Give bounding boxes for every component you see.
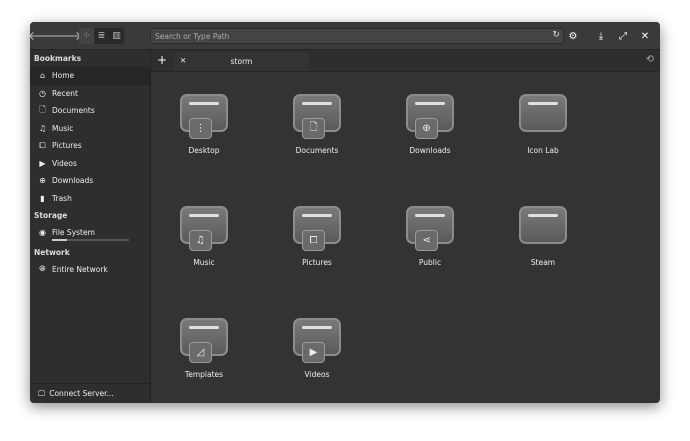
folder-icon: ◿ — [180, 318, 228, 363]
list-view-icon[interactable]: ≣ — [94, 28, 109, 44]
connect-server-button[interactable]: 🖵 Connect Server... — [30, 383, 150, 403]
folder-videos[interactable]: ▶ Videos — [272, 318, 362, 379]
trash-icon: ▮ — [40, 193, 45, 203]
connect-server-label: Connect Server... — [49, 389, 114, 398]
globe-icon: 🌐︎ — [39, 264, 46, 274]
folder-icon: ⧠ — [293, 206, 341, 251]
sidebar-item-label: Trash — [52, 193, 72, 203]
folder-emblem-icon: ⋮ — [189, 118, 212, 139]
folder-icon — [519, 94, 567, 132]
folder-grid: ⋮ Desktop 🗋 Documents ⊕ Downloads Icon Lab ♫ Mus… — [151, 72, 660, 403]
view-switcher: ⁘ ≣ ▥ — [79, 27, 124, 44]
folder-label: Icon Lab — [527, 146, 559, 155]
sidebar-item-videos[interactable]: ▶ Videos — [30, 155, 150, 173]
sidebar-item-music[interactable]: ♫ Music — [30, 120, 150, 138]
header-bar: 🡐 🡒 ⁘ ≣ ▥ Search or Type Path ↻ ⚙ ⤓ ⤢ ✕ — [30, 22, 660, 50]
pictures-icon: ⧠ — [39, 140, 46, 150]
folder-icon: ⋖ — [406, 206, 454, 251]
play-icon: ▶ — [39, 158, 46, 168]
folder-templates[interactable]: ◿ Templates — [159, 318, 249, 379]
sidebar: Bookmarks ⌂ Home ◷ Recent 🗋 Documents ♫ Music ⧠ P… — [30, 50, 151, 403]
sidebar-item-label: Music — [52, 123, 74, 133]
tab-storm[interactable]: ✕ storm — [174, 52, 309, 71]
folder-pictures[interactable]: ⧠ Pictures — [272, 206, 362, 267]
folder-emblem-icon: ⧠ — [302, 230, 325, 251]
folder-desktop[interactable]: ⋮ Desktop — [159, 94, 249, 155]
folder-icon: 🗋 — [293, 94, 341, 139]
folder-emblem-icon: 🗋 — [302, 118, 325, 139]
sidebar-item-label: Downloads — [52, 176, 94, 186]
tab-bar: + ✕ storm ⟲ — [151, 50, 660, 72]
gear-icon[interactable]: ⚙ — [564, 27, 582, 45]
sidebar-item-downloads[interactable]: ⊕ Downloads — [30, 172, 150, 190]
folder-documents[interactable]: 🗋 Documents — [272, 94, 362, 155]
folder-emblem-icon: ♫ — [189, 230, 212, 251]
folder-label: Documents — [295, 146, 339, 155]
document-icon: 🗋 — [39, 104, 46, 114]
folder-music[interactable]: ♫ Music — [159, 206, 249, 267]
folder-steam[interactable]: Steam — [498, 206, 588, 267]
sidebar-item-home[interactable]: ⌂ Home — [30, 67, 150, 85]
sidebar-item-label: Pictures — [52, 141, 82, 151]
new-tab-button[interactable]: + — [157, 53, 167, 67]
storage-heading: Storage — [34, 211, 68, 220]
folder-emblem-icon: ▶ — [302, 342, 325, 363]
folder-label: Videos — [304, 370, 330, 379]
history-icon: ◷ — [39, 88, 46, 98]
grid-view-icon[interactable]: ⁘ — [79, 27, 94, 44]
folder-label: Pictures — [302, 258, 332, 267]
bookmarks-heading: Bookmarks — [34, 54, 82, 63]
column-view-icon[interactable]: ▥ — [109, 28, 124, 44]
folder-label: Downloads — [409, 146, 451, 155]
sidebar-item-label: Entire Network — [52, 264, 108, 274]
close-icon[interactable]: ✕ — [636, 27, 654, 45]
sidebar-item-entire-network[interactable]: 🌐︎ Entire Network — [30, 261, 150, 279]
folder-icon: ⊕ — [406, 94, 454, 139]
download-icon[interactable]: ⤓ — [592, 27, 610, 45]
folder-icon-lab[interactable]: Icon Lab — [498, 94, 588, 155]
download-icon: ⊕ — [39, 176, 46, 186]
folder-downloads[interactable]: ⊕ Downloads — [385, 94, 475, 155]
sidebar-item-label: Documents — [52, 106, 95, 116]
folder-label: Steam — [530, 258, 556, 267]
reload-icon[interactable]: ↻ — [552, 30, 560, 40]
sidebar-item-label: Recent — [52, 88, 78, 98]
search-placeholder: Search or Type Path — [155, 32, 230, 41]
folder-label: Public — [418, 258, 442, 267]
folder-icon: ▶ — [293, 318, 341, 363]
folder-icon — [519, 206, 567, 244]
folder-icon: ♫ — [180, 206, 228, 251]
sidebar-item-label: File System — [52, 228, 95, 238]
tab-label: storm — [230, 57, 253, 66]
folder-label: Desktop — [188, 146, 220, 155]
folder-emblem-icon: ◿ — [189, 342, 212, 363]
sidebar-item-pictures[interactable]: ⧠ Pictures — [30, 137, 150, 155]
home-icon: ⌂ — [39, 71, 46, 81]
sidebar-item-label: Videos — [52, 158, 77, 168]
music-icon: ♫ — [38, 123, 47, 133]
folder-label: Music — [193, 258, 215, 267]
sidebar-item-label: Home — [52, 71, 75, 81]
folder-public[interactable]: ⋖ Public — [385, 206, 475, 267]
folder-icon: ⋮ — [180, 94, 228, 139]
file-manager-window: 🡐 🡒 ⁘ ≣ ▥ Search or Type Path ↻ ⚙ ⤓ ⤢ ✕ B… — [30, 22, 660, 403]
sidebar-item-documents[interactable]: 🗋 Documents — [30, 102, 150, 120]
forward-arrow-icon[interactable]: 🡒 — [50, 27, 82, 45]
history-icon[interactable]: ⟲ — [646, 54, 654, 65]
monitor-icon: 🖵 — [38, 388, 46, 398]
folder-label: Templates — [184, 370, 224, 379]
maximize-icon[interactable]: ⤢ — [614, 27, 632, 45]
folder-emblem-icon: ⋖ — [415, 230, 438, 251]
disk-icon: ◉ — [39, 228, 46, 238]
storage-usage-bar — [52, 238, 129, 241]
search-input[interactable]: Search or Type Path ↻ — [150, 28, 564, 44]
sidebar-item-recent[interactable]: ◷ Recent — [30, 85, 150, 103]
network-heading: Network — [34, 247, 70, 257]
sidebar-item-trash[interactable]: ▮ Trash — [30, 190, 150, 208]
folder-emblem-icon: ⊕ — [415, 118, 438, 139]
